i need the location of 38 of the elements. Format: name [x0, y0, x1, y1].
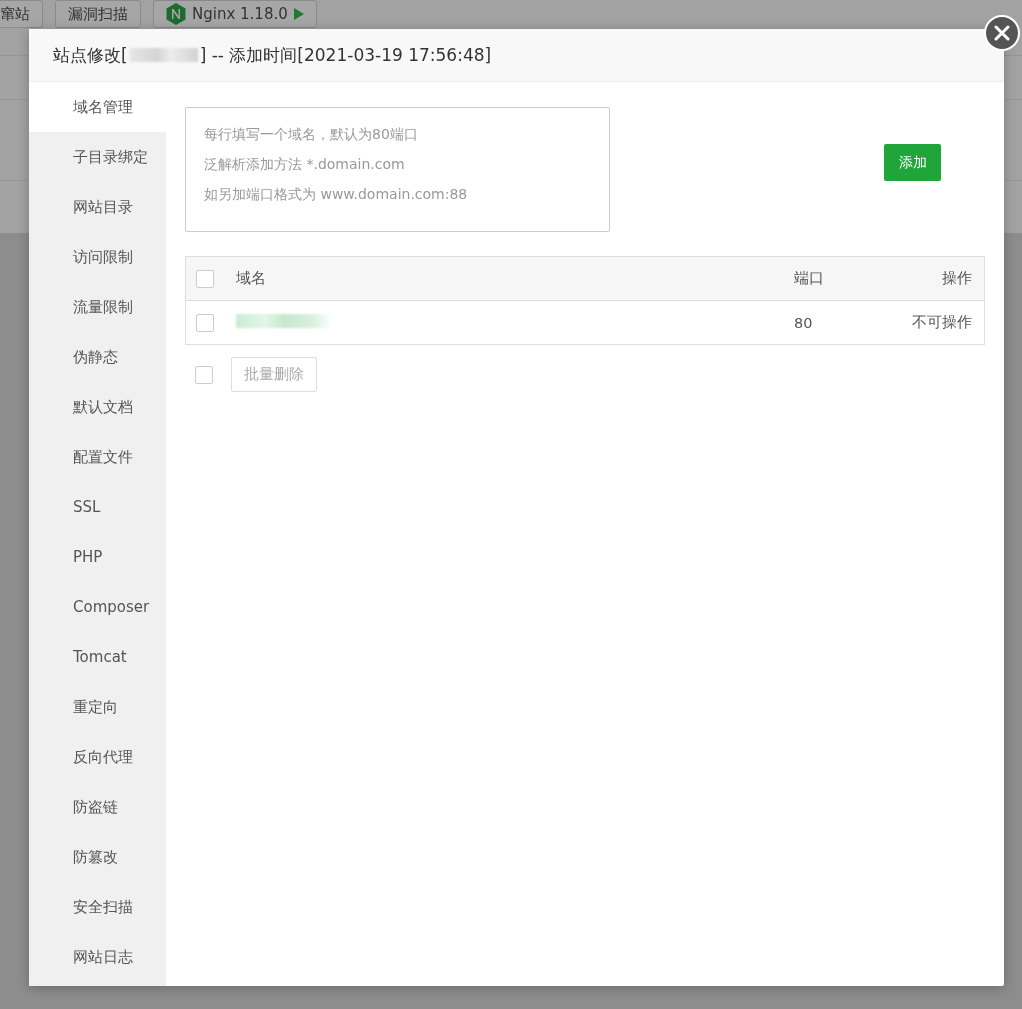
placeholder-text: 每行填写一个域名，默认为80端口 [204, 125, 418, 144]
dialog-title: ] -- 添加时间[2021-03-19 17:56:48] [199, 43, 492, 67]
redaction-blur [129, 48, 198, 62]
sidebar-item[interactable]: 防篡改 [29, 832, 166, 882]
sidebar-item[interactable]: 防盗链 [29, 782, 166, 832]
sidebar-item[interactable]: SSL [29, 482, 166, 532]
toolbar-button[interactable]: 窜站 [0, 0, 43, 28]
sidebar-item[interactable]: 默认文档 [29, 382, 166, 432]
table-cell-text: 80 [794, 314, 814, 331]
table-cell-text: 不可操作 [911, 313, 973, 332]
checkbox[interactable] [196, 269, 214, 288]
sidebar-item[interactable]: 配置文件 [29, 432, 166, 482]
sidebar-item[interactable]: 网站目录 [29, 182, 166, 232]
sidebar-item[interactable]: 重定向 [29, 682, 166, 732]
toolbar-button[interactable]: 漏洞扫描 [55, 0, 141, 28]
hexagon-n-icon [166, 3, 186, 25]
sidebar-item[interactable]: 伪静态 [29, 332, 166, 382]
sidebar-item[interactable]: PHP [29, 532, 166, 582]
sidebar-item[interactable]: 安全扫描 [29, 882, 166, 932]
toolbar-button[interactable]: Nginx 1.18.0 [153, 0, 317, 28]
placeholder-text: 泛解析添加方法 *.domain.com [204, 155, 405, 174]
column-header: 端口 [794, 269, 825, 288]
placeholder-text: 如另加端口格式为 www.domain.com:88 [204, 185, 468, 204]
sidebar-item[interactable]: 访问限制 [29, 232, 166, 282]
sidebar-item[interactable]: 子目录绑定 [29, 132, 166, 182]
sidebar-item[interactable]: 反向代理 [29, 732, 166, 782]
column-header: 域名 [236, 269, 267, 288]
dialog-title: 站点修改[ [53, 43, 128, 67]
column-header: 操作 [941, 269, 973, 288]
play-icon [293, 8, 304, 20]
sidebar-item[interactable]: 域名管理 [29, 82, 166, 132]
sidebar-item[interactable]: Tomcat [29, 632, 166, 682]
checkbox[interactable] [196, 313, 214, 332]
checkbox[interactable] [195, 365, 213, 384]
sidebar-item[interactable]: Composer [29, 582, 166, 632]
sidebar-item[interactable]: 流量限制 [29, 282, 166, 332]
sidebar-item[interactable]: 网站日志 [29, 932, 166, 982]
close-icon [994, 25, 1010, 41]
